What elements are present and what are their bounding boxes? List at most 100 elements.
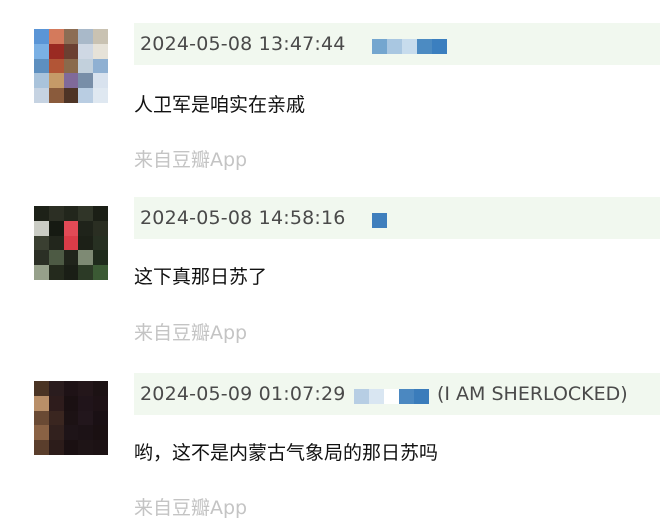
- comment-item: 2024-05-08 14:58:16 这下真那日苏了 来自豆瓣App: [0, 197, 660, 356]
- comment-source: 来自豆瓣App: [134, 149, 248, 171]
- comment-header: 2024-05-09 01:07:29 (I AM SHERLOCKED): [134, 373, 660, 415]
- avatar-pixel: [78, 235, 94, 251]
- avatar[interactable]: [34, 29, 108, 103]
- username-pixel: [417, 39, 432, 54]
- username-pixel: [402, 39, 417, 54]
- avatar-pixel: [93, 440, 108, 455]
- comment-timestamp: 2024-05-08 14:58:16: [140, 207, 346, 229]
- avatar-pixel: [93, 43, 108, 59]
- avatar-pixel: [63, 265, 79, 280]
- avatar-pixel: [34, 206, 49, 221]
- username-pixel: [432, 39, 447, 54]
- avatar-pixel: [48, 73, 64, 89]
- avatar-pixel: [78, 410, 94, 426]
- avatar-pixel: [63, 58, 79, 74]
- username-suffix[interactable]: (I AM SHERLOCKED): [437, 382, 628, 406]
- comment-text: 这下真那日苏了: [134, 266, 268, 288]
- username-pixel: [354, 389, 369, 404]
- avatar-pixel: [34, 235, 49, 251]
- avatar-pixel: [34, 440, 49, 455]
- comment-timestamp: 2024-05-09 01:07:29: [140, 383, 346, 405]
- avatar-pixel: [34, 29, 49, 44]
- avatar-pixel: [63, 395, 79, 411]
- avatar-pixel: [78, 58, 94, 74]
- avatar-pixel: [63, 381, 79, 396]
- avatar-pixel: [34, 73, 49, 89]
- avatar-pixel: [93, 29, 108, 44]
- avatar-pixel: [93, 206, 108, 221]
- avatar-pixel: [48, 58, 64, 74]
- comment-header: 2024-05-08 14:58:16: [134, 197, 660, 239]
- avatar-pixel: [34, 410, 49, 426]
- avatar-pixel: [48, 220, 64, 236]
- avatar-pixel: [93, 220, 108, 236]
- comment-source: 来自豆瓣App: [134, 497, 248, 519]
- avatar-pixel: [48, 29, 64, 44]
- avatar-pixel: [48, 88, 64, 103]
- username-pixel: [372, 39, 387, 54]
- avatar-pixel: [78, 29, 94, 44]
- avatar-pixel: [63, 425, 79, 441]
- avatar-pixel: [63, 43, 79, 59]
- avatar-pixel: [34, 220, 49, 236]
- avatar-pixel: [48, 235, 64, 251]
- username-pixel: [372, 213, 387, 228]
- avatar[interactable]: [34, 381, 108, 455]
- avatar-pixel: [78, 250, 94, 266]
- avatar-pixel: [34, 43, 49, 59]
- avatar-pixel: [78, 220, 94, 236]
- username-pixel: [414, 389, 429, 404]
- avatar-pixel: [78, 265, 94, 280]
- username-pixel: [399, 389, 414, 404]
- avatar-pixel: [78, 88, 94, 103]
- avatar-pixel: [93, 425, 108, 441]
- avatar-pixel: [48, 440, 64, 455]
- avatar-pixel: [78, 395, 94, 411]
- avatar-pixel: [63, 220, 79, 236]
- avatar-pixel: [78, 381, 94, 396]
- avatar-pixel: [48, 265, 64, 280]
- avatar-pixel: [63, 410, 79, 426]
- username-pixel: [369, 389, 384, 404]
- avatar-pixel: [34, 250, 49, 266]
- comment-text: 人卫军是咱实在亲戚: [134, 94, 306, 116]
- comment-item: 2024-05-09 01:07:29 (I AM SHERLOCKED) 哟，…: [0, 373, 660, 527]
- avatar-pixel: [34, 425, 49, 441]
- avatar-pixel: [93, 58, 108, 74]
- username-link[interactable]: [372, 39, 447, 54]
- avatar-pixel: [93, 73, 108, 89]
- avatar-pixel: [93, 235, 108, 251]
- avatar-pixel: [48, 410, 64, 426]
- avatar-pixel: [93, 395, 108, 411]
- avatar-pixel: [48, 381, 64, 396]
- avatar[interactable]: [34, 206, 108, 280]
- avatar-pixel: [34, 395, 49, 411]
- avatar-pixel: [93, 410, 108, 426]
- avatar-pixel: [48, 206, 64, 221]
- avatar-pixel: [78, 43, 94, 59]
- comment-source: 来自豆瓣App: [134, 322, 248, 344]
- username-pixel: [387, 39, 402, 54]
- avatar-pixel: [48, 250, 64, 266]
- avatar-pixel: [63, 88, 79, 103]
- avatar-pixel: [34, 88, 49, 103]
- username-link[interactable]: [372, 213, 387, 228]
- avatar-pixel: [48, 43, 64, 59]
- avatar-pixel: [63, 440, 79, 455]
- avatar-pixel: [48, 425, 64, 441]
- avatar-pixel: [34, 265, 49, 280]
- avatar-pixel: [34, 58, 49, 74]
- username-link[interactable]: [354, 389, 429, 404]
- comment-timestamp: 2024-05-08 13:47:44: [140, 33, 346, 55]
- avatar-pixel: [63, 235, 79, 251]
- avatar-pixel: [63, 29, 79, 44]
- avatar-pixel: [63, 250, 79, 266]
- avatar-pixel: [93, 381, 108, 396]
- avatar-pixel: [63, 206, 79, 221]
- avatar-pixel: [93, 250, 108, 266]
- comment-item: 2024-05-08 13:47:44 人卫军是咱实在亲戚 来自豆瓣App: [0, 23, 660, 179]
- avatar-pixel: [78, 440, 94, 455]
- comment-header: 2024-05-08 13:47:44: [134, 23, 660, 65]
- avatar-pixel: [78, 73, 94, 89]
- username-pixel: [384, 389, 399, 404]
